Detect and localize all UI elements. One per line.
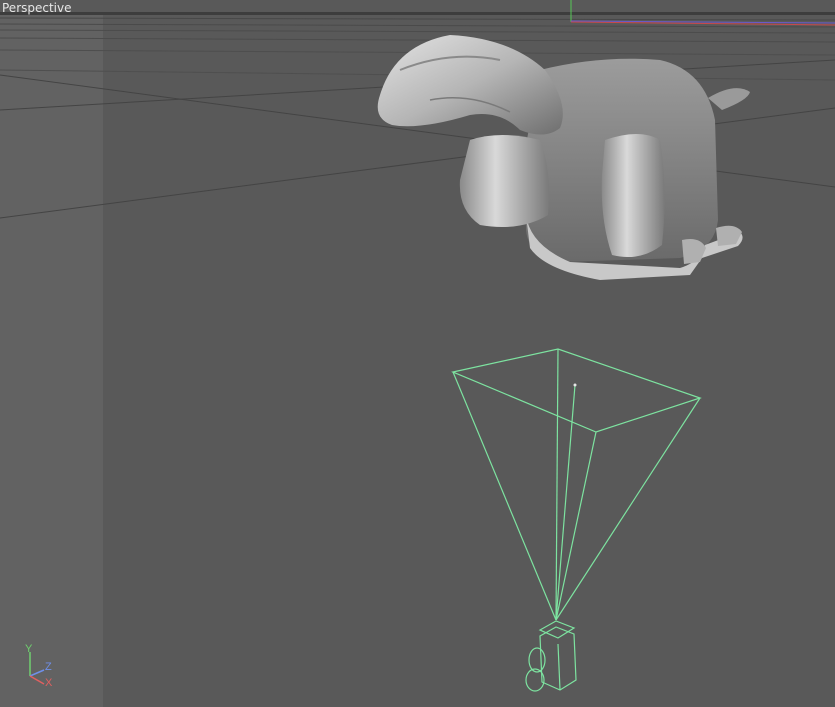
mesh-object[interactable] bbox=[377, 35, 750, 280]
axis-gizmo: Y Z X bbox=[25, 643, 53, 689]
viewport-title[interactable]: Perspective bbox=[2, 1, 72, 15]
viewport-scene[interactable]: Y Z X bbox=[0, 0, 835, 707]
perspective-viewport[interactable]: Y Z X Perspective bbox=[0, 0, 835, 707]
camera-object[interactable] bbox=[451, 348, 702, 692]
axis-y-label: Y bbox=[25, 643, 33, 655]
axis-x-label: X bbox=[45, 677, 53, 689]
axis-z-label: Z bbox=[45, 661, 52, 673]
